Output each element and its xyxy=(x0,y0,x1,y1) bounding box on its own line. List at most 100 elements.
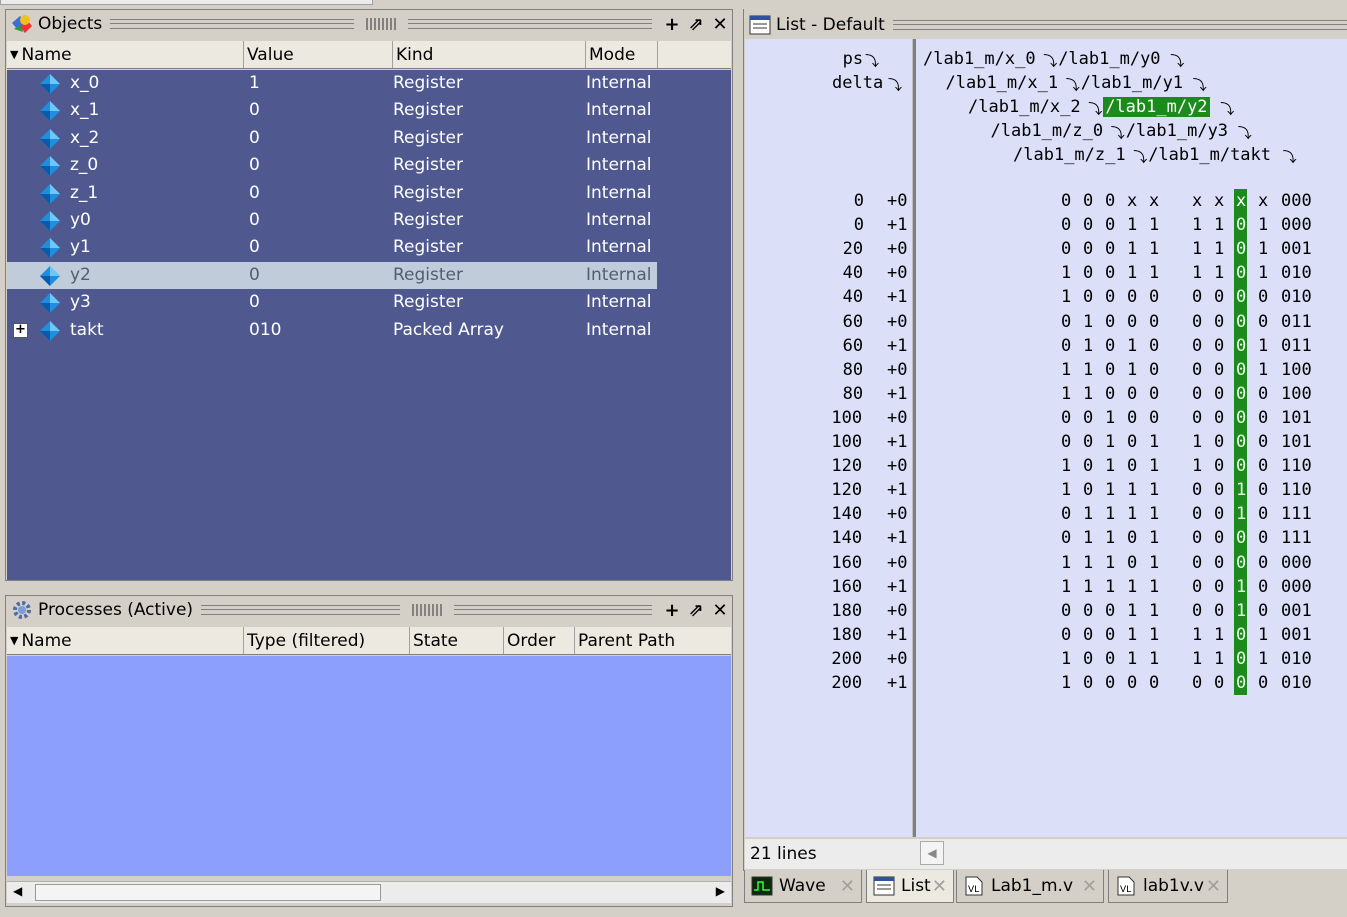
time-ps: 60 xyxy=(842,335,864,356)
object-value: 0 xyxy=(249,155,260,176)
object-row-z_0[interactable]: z_0 0 Register Internal xyxy=(7,152,731,179)
column-name[interactable]: ▼ Name xyxy=(7,627,244,654)
signal-value: 0 xyxy=(1061,432,1072,452)
list-row[interactable] xyxy=(745,384,1347,408)
list-row[interactable] xyxy=(745,191,1347,215)
signal-value: 0 xyxy=(1127,311,1138,332)
time-ps: 140 xyxy=(831,504,863,525)
signal-value: 1 xyxy=(1083,504,1094,525)
object-row-y3[interactable]: y3 0 Register Internal xyxy=(7,289,731,316)
close-icon[interactable]: ✕ xyxy=(840,876,855,897)
signal-value: 0 xyxy=(1061,191,1072,211)
object-row-y2[interactable]: y2 0 Register Internal xyxy=(7,261,657,289)
list-row[interactable] xyxy=(745,215,1347,239)
column-type[interactable]: Type (filtered) xyxy=(244,627,410,654)
tab-lab1v-v[interactable]: VL lab1v.v ✕ xyxy=(1108,870,1228,903)
takt-value: 110 xyxy=(1281,480,1312,501)
processes-pane: Processes (Active) + ⇗ ✕ ▼ Name Type (fil… xyxy=(5,595,733,907)
object-row-takt[interactable]: + takt 010 Packed Array Internal xyxy=(7,317,731,344)
list-row[interactable] xyxy=(745,263,1347,287)
column-parent-path[interactable]: Parent Path xyxy=(575,627,725,654)
close-icon[interactable]: ✕ xyxy=(708,13,732,35)
object-row-x_2[interactable]: x_2 0 Register Internal xyxy=(7,125,731,152)
dock-plus-icon[interactable]: + xyxy=(660,599,684,621)
signal-value: 1 xyxy=(1127,624,1138,645)
column-kind[interactable]: Kind xyxy=(393,41,586,68)
list-row[interactable] xyxy=(745,239,1347,263)
takt-value: 100 xyxy=(1281,359,1312,380)
drag-grip[interactable] xyxy=(110,19,355,29)
object-row-x_0[interactable]: x_0 1 Register Internal xyxy=(7,70,731,97)
processes-titlebar[interactable]: Processes (Active) + ⇗ ✕ xyxy=(6,596,732,624)
signal-value: 0 xyxy=(1127,552,1138,573)
signal-value: x xyxy=(1236,191,1247,211)
time-ps: 160 xyxy=(831,552,863,573)
column-state[interactable]: State xyxy=(410,627,504,654)
objects-titlebar[interactable]: Objects + ⇗ ✕ xyxy=(6,10,732,38)
object-name: x_0 xyxy=(70,73,100,93)
drag-dots[interactable] xyxy=(411,604,442,616)
signal-name-selected[interactable]: /lab1_m/y2 xyxy=(1103,97,1210,117)
signal-value: 1 xyxy=(1149,480,1160,501)
object-mode: Internal xyxy=(586,210,652,230)
column-label: Name xyxy=(21,630,72,651)
list-titlebar[interactable]: List - Default xyxy=(744,11,1347,39)
list-row[interactable] xyxy=(745,336,1347,360)
sort-icon[interactable]: ▼ xyxy=(10,48,18,61)
scroll-left-icon[interactable]: ◀ xyxy=(920,841,944,865)
object-row-y0[interactable]: y0 0 Register Internal xyxy=(7,207,731,234)
expand-icon[interactable]: + xyxy=(13,322,28,338)
time-ps: 180 xyxy=(831,624,863,645)
column-order[interactable]: Order xyxy=(504,627,575,654)
objects-header: ▼ Name Value Kind Mode xyxy=(7,41,731,69)
signal-value: 0 xyxy=(1192,528,1203,549)
tab-wave[interactable]: Wave ✕ xyxy=(744,870,862,903)
column-name[interactable]: ▼ Name xyxy=(7,41,244,68)
signal-value: 0 xyxy=(1214,287,1225,308)
close-icon[interactable]: ✕ xyxy=(708,599,732,621)
column-mode[interactable]: Mode xyxy=(586,41,658,68)
signal-value: 1 xyxy=(1105,480,1116,501)
column-value[interactable]: Value xyxy=(244,41,393,68)
horizontal-scrollbar[interactable]: ◀ ▶ xyxy=(7,881,731,903)
list-row[interactable] xyxy=(745,287,1347,311)
time-delta: +1 xyxy=(887,528,908,549)
undock-icon[interactable]: ⇗ xyxy=(684,13,708,35)
signal-value: 0 xyxy=(1258,432,1269,452)
signal-value: 0 xyxy=(1083,287,1094,308)
signal-value: 0 xyxy=(1061,624,1072,645)
drag-dots[interactable] xyxy=(366,18,397,30)
dock-plus-icon[interactable]: + xyxy=(660,13,684,35)
time-delta: +0 xyxy=(887,407,908,428)
close-icon[interactable]: ✕ xyxy=(1206,876,1221,897)
undock-icon[interactable]: ⇗ xyxy=(684,599,708,621)
object-row-z_1[interactable]: z_1 0 Register Internal xyxy=(7,180,731,207)
time-delta: +0 xyxy=(887,600,908,621)
time-delta: +1 xyxy=(887,673,908,693)
object-kind: Register xyxy=(393,155,463,176)
object-row-y1[interactable]: y1 0 Register Internal xyxy=(7,234,731,261)
close-icon[interactable]: ✕ xyxy=(1082,876,1097,897)
list-row[interactable] xyxy=(745,360,1347,384)
signal-value: 1 xyxy=(1149,504,1160,525)
drag-grip[interactable] xyxy=(892,20,1347,30)
register-icon xyxy=(39,292,60,314)
scroll-right-icon[interactable]: ▶ xyxy=(716,884,725,898)
sort-icon[interactable]: ▼ xyxy=(10,634,18,647)
list-title: List - Default xyxy=(776,15,885,35)
tab-label: List xyxy=(901,876,931,896)
tab-list[interactable]: List ✕ xyxy=(866,870,954,903)
list-row[interactable] xyxy=(745,312,1347,336)
drag-grip[interactable] xyxy=(201,605,401,615)
signal-value: 0 xyxy=(1083,673,1094,693)
takt-value: 000 xyxy=(1281,215,1312,236)
scroll-thumb[interactable] xyxy=(35,884,381,901)
time-delta: +0 xyxy=(887,648,908,669)
object-row-x_1[interactable]: x_1 0 Register Internal xyxy=(7,97,731,124)
drag-grip[interactable] xyxy=(453,605,653,615)
close-icon[interactable]: ✕ xyxy=(932,876,947,897)
drag-grip[interactable] xyxy=(408,19,653,29)
signal-value: 0 xyxy=(1127,287,1138,308)
tab-lab1-m-v[interactable]: VL Lab1_m.v ✕ xyxy=(956,870,1104,903)
scroll-left-icon[interactable]: ◀ xyxy=(13,884,22,898)
